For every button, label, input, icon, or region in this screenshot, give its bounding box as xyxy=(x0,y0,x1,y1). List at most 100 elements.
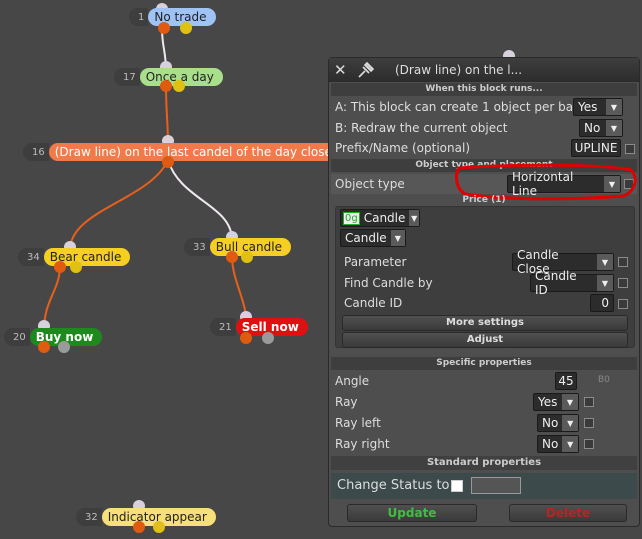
node-sell-now[interactable]: 21 Sell now xyxy=(210,318,308,336)
candle-id-checkbox[interactable] xyxy=(618,299,628,309)
ray-left-select[interactable]: No ▼ xyxy=(537,414,579,432)
ray-value: Yes xyxy=(538,395,558,409)
angle-label: Angle xyxy=(335,374,370,388)
parameter-label: Parameter xyxy=(344,255,407,269)
row-b-label: B: Redraw the current object xyxy=(335,121,508,135)
prefix-checkbox[interactable] xyxy=(625,144,635,154)
node-indicator-appear[interactable]: 32 Indicator appear xyxy=(76,508,216,526)
node-number: 20 xyxy=(4,328,30,346)
connection xyxy=(69,159,169,251)
find-candle-select[interactable]: Candle ID ▼ xyxy=(530,269,614,297)
node-number: 33 xyxy=(184,238,210,256)
output-port[interactable] xyxy=(240,332,252,344)
pin-icon[interactable] xyxy=(355,59,377,81)
change-status-row: Change Status to xyxy=(331,473,637,499)
more-settings-button[interactable]: More settings xyxy=(342,315,628,331)
output-port[interactable] xyxy=(58,341,70,353)
output-port[interactable] xyxy=(158,22,170,34)
section-standard[interactable]: Standard properties xyxy=(331,456,637,470)
candle-id-input[interactable]: 0 xyxy=(590,294,614,312)
chevron-down-icon: ▼ xyxy=(562,415,578,431)
node-number: 16 xyxy=(23,143,49,161)
angle-input[interactable]: 45 xyxy=(555,372,577,390)
ray-right-checkbox[interactable] xyxy=(584,439,594,449)
candle-select[interactable]: Candle ▼ xyxy=(340,229,406,247)
delete-button[interactable]: Delete xyxy=(509,504,627,522)
close-icon[interactable]: ✕ xyxy=(334,61,347,79)
prefix-value: UPLINE xyxy=(574,141,618,155)
ray-left-checkbox[interactable] xyxy=(584,418,594,428)
output-port[interactable] xyxy=(54,261,66,273)
output-port[interactable] xyxy=(262,332,274,344)
output-port[interactable] xyxy=(173,80,185,92)
row-prefix-label: Prefix/Name (optional) xyxy=(335,141,470,155)
adjust-button[interactable]: Adjust xyxy=(342,332,628,348)
ray-left-label: Ray left xyxy=(335,416,381,430)
find-candle-checkbox[interactable] xyxy=(618,278,628,288)
panel-titlebar[interactable]: ✕ (Draw line) on the l... xyxy=(329,58,639,82)
chevron-down-icon: ▼ xyxy=(409,210,419,226)
chevron-down-icon: ▼ xyxy=(562,436,578,452)
ray-right-select[interactable]: No ▼ xyxy=(537,435,579,453)
node-number: 1 xyxy=(129,8,149,26)
change-status-checkbox[interactable] xyxy=(451,480,463,492)
status-color-swatch[interactable] xyxy=(471,477,521,494)
price-box: 0g Candle ▼ Candle ▼ Parameter Candle Cl… xyxy=(335,206,635,348)
candle-select-value: Candle xyxy=(345,231,387,245)
output-port[interactable] xyxy=(133,521,145,533)
update-button[interactable]: Update xyxy=(347,504,477,522)
b-select-value: No xyxy=(584,121,601,135)
node-number: 32 xyxy=(76,508,102,526)
node-label: (Draw line) on the last candel of the da… xyxy=(48,143,341,161)
ray-left-value: No xyxy=(542,416,559,430)
output-port[interactable] xyxy=(70,261,82,273)
ray-right-label: Ray right xyxy=(335,437,390,451)
ray-checkbox[interactable] xyxy=(584,397,594,407)
chevron-down-icon: ▼ xyxy=(597,254,613,270)
node-number: 17 xyxy=(114,68,140,86)
ray-label: Ray xyxy=(335,395,358,409)
chevron-down-icon: ▼ xyxy=(606,99,622,115)
output-port[interactable] xyxy=(180,22,192,34)
ray-right-value: No xyxy=(542,437,559,451)
candle-icon: 0g xyxy=(343,211,360,225)
b-select[interactable]: No ▼ xyxy=(579,119,623,137)
change-status-label: Change Status to xyxy=(337,478,450,493)
find-candle-value: Candle ID xyxy=(535,269,577,297)
node-buy-now[interactable]: 20 Buy now xyxy=(4,328,103,346)
chevron-down-icon: ▼ xyxy=(562,394,578,410)
node-number: 34 xyxy=(18,248,44,266)
angle-value: 45 xyxy=(558,374,574,388)
candle-type-select[interactable]: 0g Candle ▼ xyxy=(340,209,420,227)
output-port[interactable] xyxy=(38,341,50,353)
a-select-value: Yes xyxy=(578,100,598,114)
parameter-checkbox[interactable] xyxy=(618,257,628,267)
node-bull-candle[interactable]: 33 Bull candle xyxy=(184,238,291,256)
angle-unit: B0 xyxy=(598,375,610,385)
candle-id-label: Candle ID xyxy=(344,296,403,310)
chevron-down-icon: ▼ xyxy=(597,275,613,291)
row-a-label: A: This block can create 1 object per ba… xyxy=(335,100,579,114)
node-no-trade[interactable]: 1 No trade xyxy=(129,8,216,26)
prefix-input[interactable]: UPLINE xyxy=(571,139,621,157)
block-properties-panel: ✕ (Draw line) on the l... When this bloc… xyxy=(328,57,640,527)
section-when-runs: When this block runs... xyxy=(331,83,637,96)
connection xyxy=(167,159,233,241)
chevron-down-icon: ▼ xyxy=(606,120,622,136)
node-number: 21 xyxy=(210,318,236,336)
candle-id-value: 0 xyxy=(601,296,609,310)
object-type-label: Object type xyxy=(335,177,405,191)
output-port[interactable] xyxy=(226,251,238,263)
node-draw-line[interactable]: 16 (Draw line) on the last candel of the… xyxy=(23,143,341,161)
panel-title: (Draw line) on the l... xyxy=(395,63,523,77)
find-candle-label: Find Candle by xyxy=(344,276,433,290)
section-specific: Specific properties xyxy=(331,357,637,370)
candle-type-value: Candle xyxy=(363,211,406,225)
output-port[interactable] xyxy=(241,251,253,263)
ray-select[interactable]: Yes ▼ xyxy=(533,393,579,411)
output-port[interactable] xyxy=(153,521,165,533)
output-port[interactable] xyxy=(160,80,172,92)
chevron-down-icon: ▼ xyxy=(390,230,405,246)
output-port[interactable] xyxy=(162,156,174,168)
a-select[interactable]: Yes ▼ xyxy=(573,98,623,116)
